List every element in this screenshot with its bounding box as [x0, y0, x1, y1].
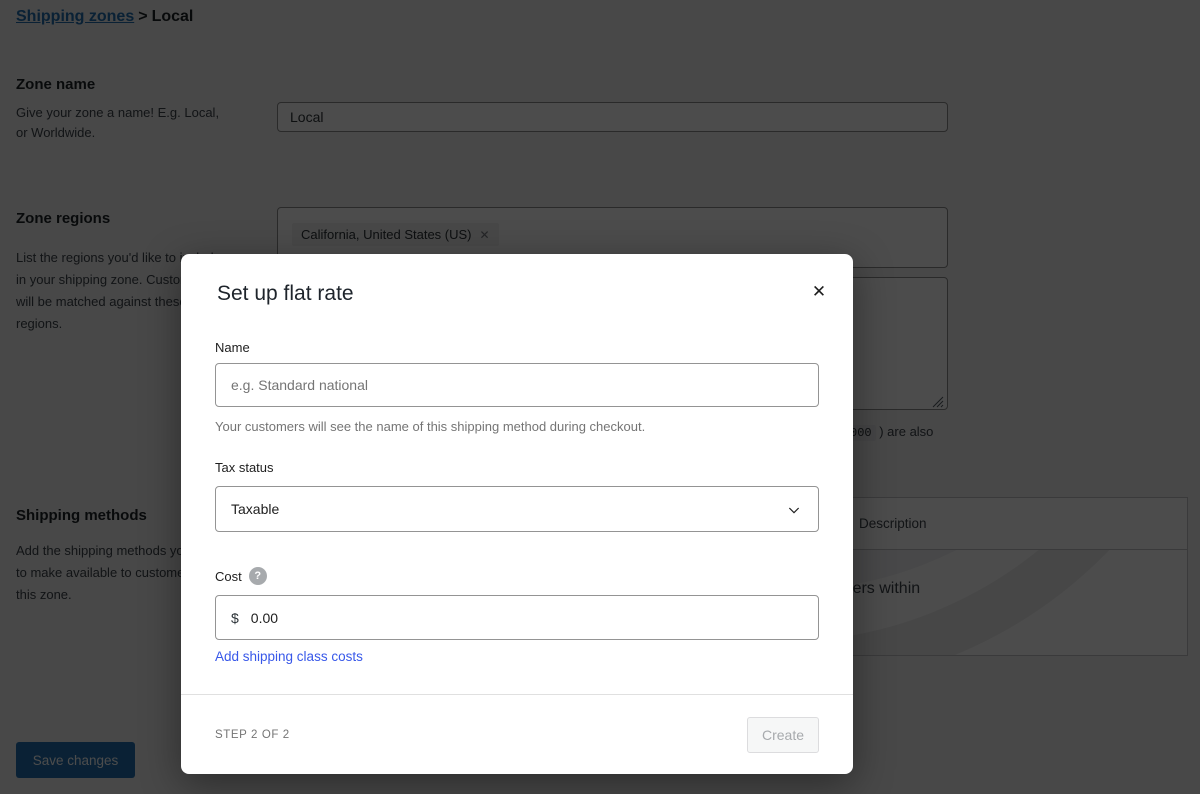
- setup-flat-rate-modal: Set up flat rate ✕ Name Your customers w…: [181, 254, 853, 774]
- help-icon[interactable]: ?: [249, 567, 267, 585]
- tax-status-select[interactable]: Taxable: [215, 486, 819, 532]
- tax-status-value: Taxable: [231, 501, 279, 517]
- step-indicator: STEP 2 OF 2: [215, 729, 290, 741]
- cost-label-row: Cost ?: [215, 567, 267, 585]
- close-icon[interactable]: ✕: [805, 278, 833, 306]
- cost-label: Cost: [215, 569, 242, 584]
- add-shipping-class-costs-link[interactable]: Add shipping class costs: [215, 649, 363, 664]
- modal-footer: STEP 2 OF 2 Create: [181, 694, 853, 774]
- method-name-input[interactable]: [215, 363, 819, 407]
- create-button[interactable]: Create: [747, 717, 819, 753]
- chevron-down-icon: [786, 502, 802, 518]
- cost-input[interactable]: $: [215, 595, 819, 640]
- name-field-label: Name: [215, 340, 250, 355]
- name-help-text: Your customers will see the name of this…: [215, 419, 645, 434]
- cost-value-input[interactable]: [251, 610, 451, 626]
- modal-title: Set up flat rate: [217, 282, 354, 306]
- currency-symbol: $: [231, 610, 239, 626]
- tax-status-label: Tax status: [215, 460, 274, 475]
